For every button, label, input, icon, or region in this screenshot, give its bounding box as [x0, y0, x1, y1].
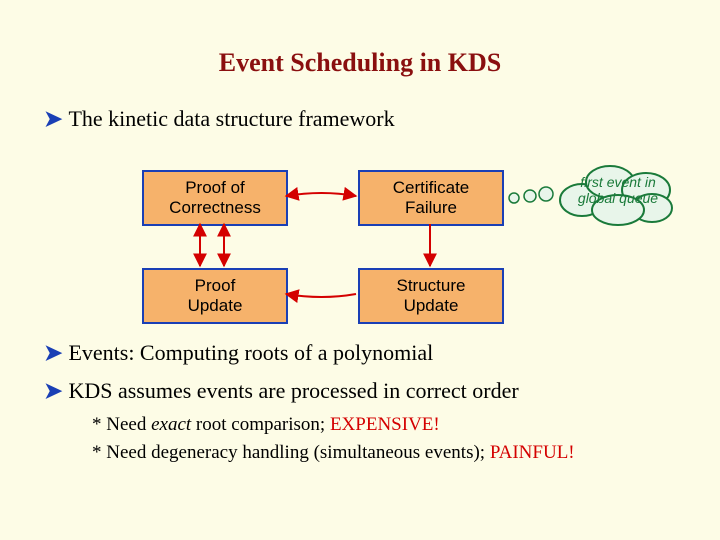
bullet-arrow-icon: ➤ — [44, 340, 62, 365]
bullet-2: ➤Events: Computing roots of a polynomial — [44, 340, 433, 366]
subpoint-2: * Need degeneracy handling (simultaneous… — [92, 442, 575, 464]
bullet-1-text: The kinetic data structure framework — [68, 106, 394, 131]
sub2-red: PAINFUL! — [490, 442, 575, 463]
subpoint-1: * Need exact root comparison; EXPENSIVE! — [92, 414, 440, 436]
cloud-line: global queue — [578, 190, 658, 206]
box-line: Update — [404, 296, 459, 315]
sub1-prefix: * Need — [92, 414, 151, 435]
bullet-arrow-icon: ➤ — [44, 378, 62, 403]
cloud-line: first event in — [580, 174, 655, 190]
sub1-em: exact — [151, 414, 191, 435]
box-line: Failure — [405, 198, 457, 217]
box-certificate-failure: Certificate Failure — [358, 170, 504, 226]
box-structure-update: Structure Update — [358, 268, 504, 324]
sub1-mid: root comparison; — [191, 414, 330, 435]
box-line: Proof of — [185, 178, 245, 197]
bullet-3-text: KDS assumes events are processed in corr… — [68, 378, 518, 403]
bullet-1: ➤The kinetic data structure framework — [44, 106, 395, 132]
box-proof-of-correctness: Proof of Correctness — [142, 170, 288, 226]
sub2-prefix: * Need degeneracy handling (simultaneous… — [92, 442, 490, 463]
thought-cloud-text: first event in global queue — [552, 174, 684, 206]
box-line: Update — [188, 296, 243, 315]
box-line: Correctness — [169, 198, 261, 217]
box-line: Certificate — [393, 178, 470, 197]
box-line: Structure — [397, 276, 466, 295]
bullet-3: ➤KDS assumes events are processed in cor… — [44, 378, 519, 404]
box-proof-update: Proof Update — [142, 268, 288, 324]
sub1-red: EXPENSIVE! — [330, 414, 440, 435]
bullet-arrow-icon: ➤ — [44, 106, 62, 131]
box-line: Proof — [195, 276, 236, 295]
bullet-2-text: Events: Computing roots of a polynomial — [68, 340, 433, 365]
slide-title: Event Scheduling in KDS — [0, 48, 720, 78]
